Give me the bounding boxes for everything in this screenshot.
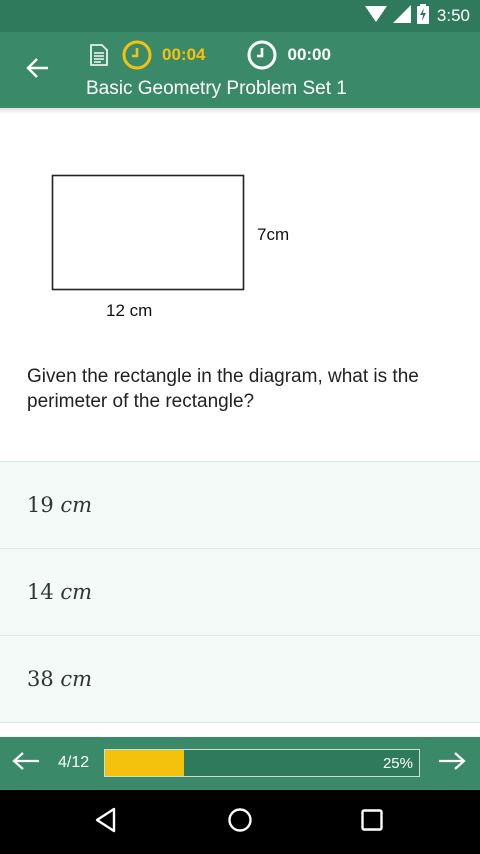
answer-value: 38 bbox=[27, 667, 54, 691]
elapsed-timer: 00:04 bbox=[122, 40, 205, 70]
nav-home-button[interactable] bbox=[220, 804, 260, 840]
elapsed-timer-text: 00:04 bbox=[162, 45, 206, 64]
status-bar: 3:50 bbox=[0, 0, 480, 32]
back-arrow-icon bbox=[26, 56, 50, 85]
nav-back-button[interactable] bbox=[86, 804, 126, 840]
previous-question-button[interactable] bbox=[8, 747, 44, 779]
width-label: 12 cm bbox=[106, 301, 152, 320]
rectangle-shape bbox=[51, 174, 245, 291]
question-timer: 00:00 bbox=[247, 40, 331, 70]
answer-list: 19 cm 14 cm 38 cm bbox=[0, 461, 480, 723]
nav-recents-icon bbox=[360, 808, 384, 837]
back-button[interactable] bbox=[18, 54, 58, 86]
system-navigation-bar bbox=[0, 790, 480, 854]
question-timer-text: 00:00 bbox=[287, 45, 331, 64]
signal-icon bbox=[392, 4, 411, 28]
bottom-navigation: 4/12 25% bbox=[0, 737, 480, 790]
height-label: 7cm bbox=[257, 225, 289, 244]
next-question-button[interactable] bbox=[434, 747, 470, 779]
answer-option-3[interactable]: 38 cm bbox=[0, 635, 480, 723]
document-icon[interactable] bbox=[90, 44, 108, 66]
answer-option-1[interactable]: 19 cm bbox=[0, 461, 480, 548]
progress-fill bbox=[105, 750, 184, 776]
answer-unit: cm bbox=[60, 667, 93, 691]
progress-label: 25% bbox=[382, 755, 413, 772]
answer-unit: cm bbox=[60, 493, 93, 517]
answer-value: 14 bbox=[27, 580, 54, 604]
page-title: Basic Geometry Problem Set 1 bbox=[86, 78, 347, 99]
nav-back-icon bbox=[94, 807, 118, 838]
nav-home-icon bbox=[227, 807, 253, 838]
clock-icon bbox=[247, 40, 277, 70]
wifi-icon bbox=[364, 5, 387, 27]
status-time: 3:50 bbox=[436, 6, 470, 25]
answer-option-text: 19 cm bbox=[27, 493, 92, 517]
page-counter: 4/12 bbox=[58, 754, 90, 771]
battery-charging-icon bbox=[416, 3, 429, 29]
next-arrow-icon bbox=[438, 751, 466, 776]
answer-option-text: 14 cm bbox=[27, 580, 92, 604]
rectangle-diagram: 7cm 12 cm bbox=[0, 160, 480, 330]
progress-bar: 25% bbox=[104, 749, 420, 777]
app-bar: 00:04 00:00 Basic Geometry Problem Set 1 bbox=[0, 32, 480, 108]
prev-arrow-icon bbox=[12, 751, 40, 776]
clock-icon bbox=[122, 40, 152, 70]
answer-option-text: 38 cm bbox=[27, 667, 92, 691]
answer-value: 19 bbox=[27, 493, 54, 517]
timers-row: 00:04 00:00 bbox=[90, 40, 331, 70]
question-text: Given the rectangle in the diagram, what… bbox=[27, 366, 419, 412]
answer-unit: cm bbox=[60, 580, 93, 604]
nav-recents-button[interactable] bbox=[352, 804, 392, 840]
status-icons: 3:50 bbox=[364, 0, 470, 32]
answer-option-2[interactable]: 14 cm bbox=[0, 548, 480, 635]
app-bar-shadow bbox=[0, 108, 480, 114]
